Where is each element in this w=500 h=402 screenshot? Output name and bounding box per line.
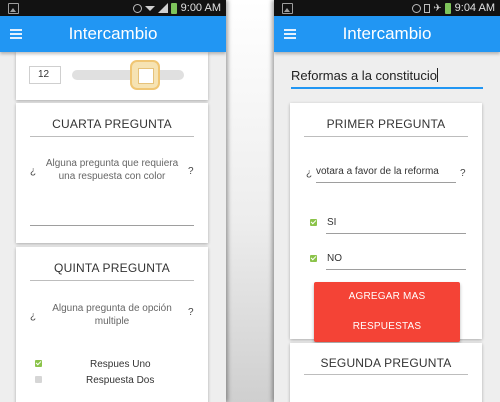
alarm-icon <box>412 3 422 13</box>
option-underline <box>326 269 466 270</box>
question-open-mark: ¿ <box>306 168 313 179</box>
slider-card: 12 <box>16 52 208 100</box>
question-text: Alguna pregunta de opción multiple <box>52 303 172 327</box>
status-bar: 9:00 AM <box>0 0 226 16</box>
signal-icon <box>157 3 168 13</box>
airplane-icon: ✈ <box>433 2 442 14</box>
question-open-mark: ¿ <box>30 311 37 322</box>
question-open-mark: ¿ <box>30 166 37 177</box>
wifi-icon <box>144 5 155 11</box>
question-input[interactable]: votara a favor de la reforma <box>316 166 439 177</box>
right-phone-screen: ✈ 9:04 AM Intercambio Reformas a la cons… <box>274 0 500 402</box>
clock: 9:04 AM <box>454 2 495 14</box>
battery-icon <box>444 2 451 14</box>
question-input-underline <box>316 182 456 183</box>
question-card-1: PRIMER PREGUNTA ¿ votara a favor de la r… <box>290 103 482 342</box>
card-title: SEGUNDA PREGUNTA <box>320 356 452 370</box>
title-underline <box>304 374 468 375</box>
image-notification-icon <box>8 2 19 14</box>
app-bar: Intercambio <box>0 16 226 52</box>
vibrate-icon <box>424 3 431 13</box>
option-checkbox[interactable] <box>310 219 317 226</box>
question-card-4: CUARTA PREGUNTA ¿ Alguna pregunta que re… <box>16 103 208 243</box>
title-underline <box>30 136 194 137</box>
topic-input-value: Reformas a la constitucio <box>291 68 437 83</box>
color-answer-input[interactable] <box>30 225 194 226</box>
card-title: CUARTA PREGUNTA <box>52 117 172 131</box>
slider-value-field[interactable]: 12 <box>29 66 61 84</box>
question-card-2: SEGUNDA PREGUNTA <box>290 343 482 402</box>
menu-icon[interactable] <box>284 29 296 39</box>
battery-icon <box>170 2 177 14</box>
option-label: Respuesta Dos <box>86 375 155 386</box>
card-title: PRIMER PREGUNTA <box>326 117 446 131</box>
title-underline <box>304 136 468 137</box>
app-bar: Intercambio <box>274 16 500 52</box>
app-title: Intercambio <box>342 24 432 43</box>
clock: 9:00 AM <box>180 2 221 14</box>
question-card-5: QUINTA PREGUNTA ¿ Alguna pregunta de opc… <box>16 247 208 402</box>
app-title: Intercambio <box>68 24 158 43</box>
option-label: Respues Uno <box>90 359 151 370</box>
topic-input[interactable]: Reformas a la constitucio <box>291 68 483 89</box>
option-input[interactable]: SI <box>327 217 336 228</box>
image-notification-icon <box>282 2 293 14</box>
option-checkbox[interactable] <box>35 360 42 367</box>
question-text: Alguna pregunta que requiera una respues… <box>45 158 179 182</box>
option-checkbox[interactable] <box>310 255 317 262</box>
status-bar: ✈ 9:04 AM <box>274 0 500 16</box>
question-close-mark: ? <box>188 307 194 318</box>
card-title: QUINTA PREGUNTA <box>54 261 170 275</box>
alarm-icon <box>132 3 142 13</box>
slider-thumb[interactable] <box>130 60 160 90</box>
title-underline <box>30 280 194 281</box>
question-close-mark: ? <box>460 168 466 179</box>
text-caret <box>436 68 438 82</box>
question-close-mark: ? <box>188 166 194 177</box>
left-phone-screen: 9:00 AM Intercambio 12 CUARTA PREGUNTA ¿… <box>0 0 226 402</box>
option-input[interactable]: NO <box>327 253 342 264</box>
menu-icon[interactable] <box>10 29 22 39</box>
option-underline <box>326 233 466 234</box>
option-checkbox[interactable] <box>35 376 42 383</box>
slider-track[interactable] <box>72 70 184 80</box>
add-answers-button[interactable]: AGREGAR MAS RESPUESTAS <box>314 282 460 342</box>
